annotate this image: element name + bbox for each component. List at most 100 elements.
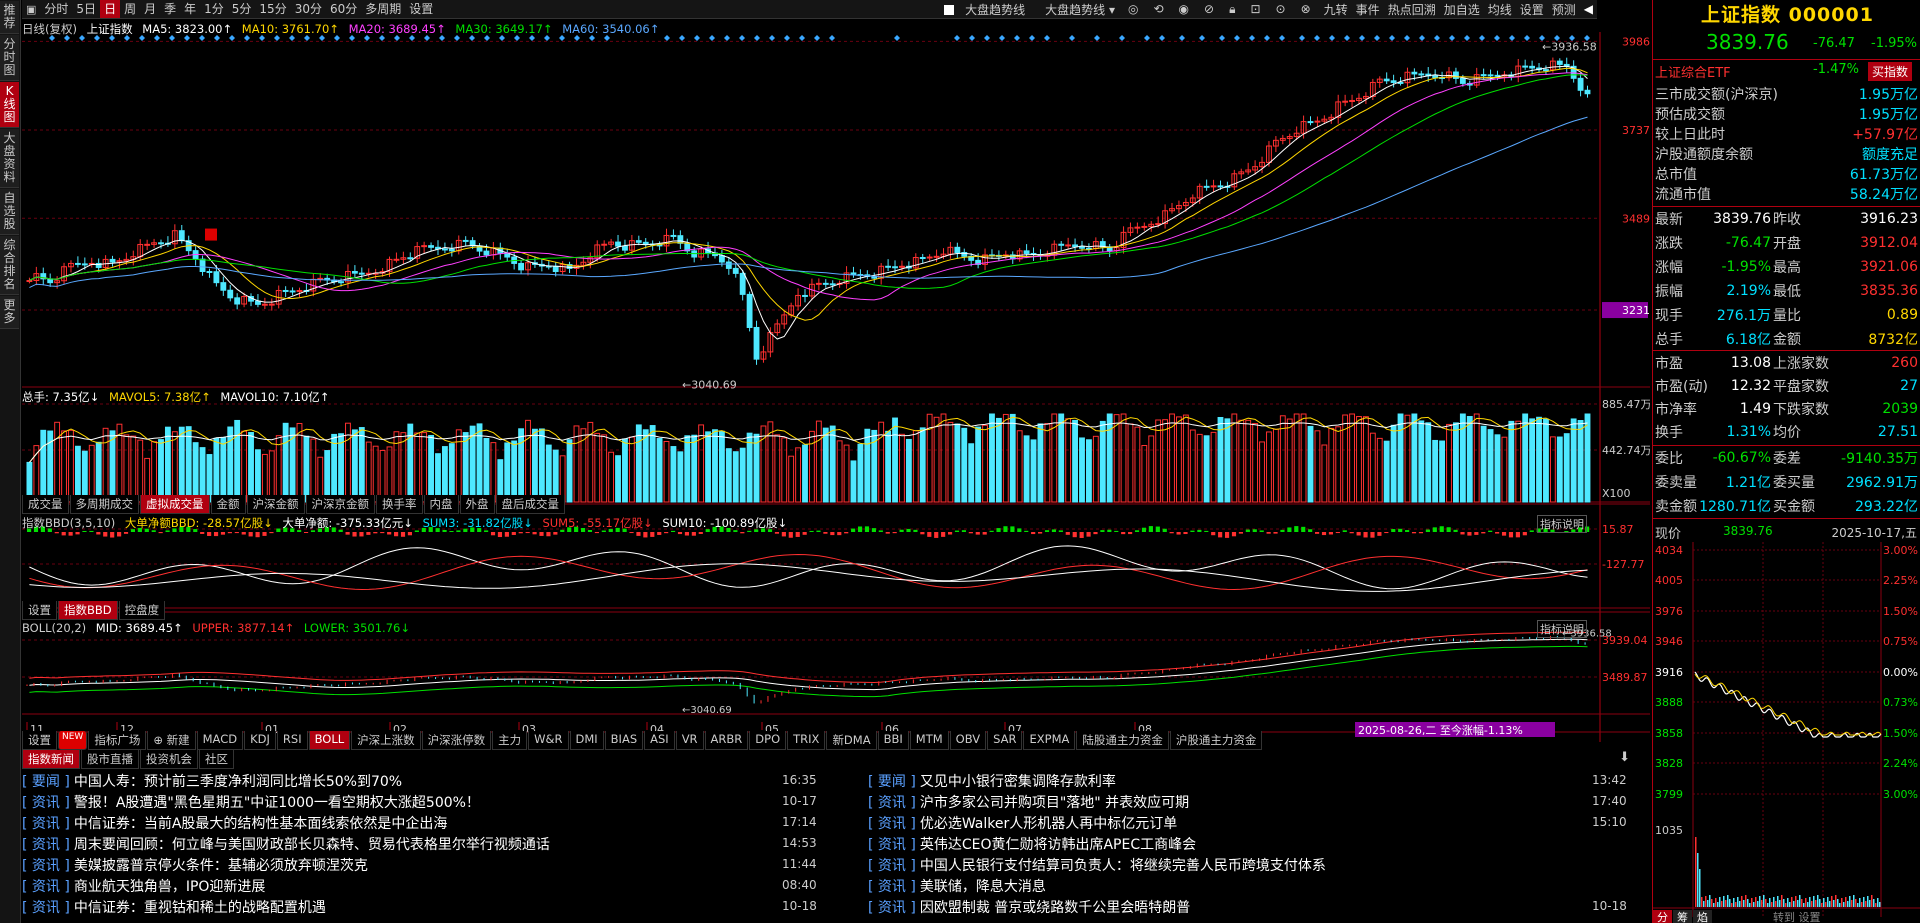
indicator-tab-19[interactable]: 新DMA bbox=[826, 731, 877, 750]
news-item[interactable]: [ 资讯 ] 中信证券：重视钴和稀土的战略配置机遇 bbox=[22, 896, 326, 917]
target-icon[interactable]: ⊗ bbox=[1297, 2, 1315, 17]
indicator-tab-4[interactable]: MACD bbox=[196, 731, 244, 750]
volume-tab-0[interactable]: 成交量 bbox=[22, 495, 69, 514]
side-nav-item-3[interactable]: 大盘资料 bbox=[0, 129, 19, 188]
news-item[interactable]: [ 资讯 ] 美媒披露普京停火条件：基辅必须放弃顿涅茨克 bbox=[22, 854, 368, 875]
period-tab-6[interactable]: 年 bbox=[180, 0, 200, 18]
top-right-item-6[interactable]: 均线 bbox=[1484, 1, 1516, 18]
indicator-tab-10[interactable]: 主力 bbox=[492, 731, 528, 750]
bbd-tab-1[interactable]: 指数BBD bbox=[58, 601, 118, 620]
indicator-tab-20[interactable]: BBI bbox=[877, 731, 909, 750]
side-nav-item-1[interactable]: 分时图 bbox=[0, 35, 19, 81]
news-item[interactable]: [ 要闻 ] 中国人寿：预计前三季度净利润同比增长50%到70% bbox=[22, 770, 402, 791]
kline-chart[interactable]: 39863737348932313231←3936.58←3040.69885.… bbox=[22, 32, 1650, 742]
period-tab-11[interactable]: 60分 bbox=[326, 0, 361, 18]
period-tab-10[interactable]: 30分 bbox=[291, 0, 326, 18]
news-title[interactable]: 优必选Walker人形机器人再中标亿元订单 bbox=[920, 813, 1177, 833]
volume-tab-2[interactable]: 虚拟成交量 bbox=[140, 495, 210, 514]
top-right-item-7[interactable]: 设置 bbox=[1516, 1, 1548, 18]
indicator-tab-6[interactable]: RSI bbox=[276, 731, 308, 750]
indicator-tab-2[interactable]: 指标广场 bbox=[88, 731, 147, 750]
news-item[interactable]: [ 资讯 ] 美联储，降息大消息 bbox=[868, 875, 1046, 896]
indicator-tab-13[interactable]: BIAS bbox=[604, 731, 644, 750]
indicator-tab-12[interactable]: DMI bbox=[569, 731, 604, 750]
period-tab-3[interactable]: 周 bbox=[120, 0, 140, 18]
eye-icon[interactable]: ◉ bbox=[1175, 2, 1193, 17]
indicator-tab-17[interactable]: DPO bbox=[749, 731, 787, 750]
volume-tab-9[interactable]: 盘后成交量 bbox=[495, 495, 565, 514]
top-right-item-1[interactable]: 大盘趋势线 ▾ bbox=[1041, 1, 1119, 18]
side-nav-item-0[interactable]: 推荐 bbox=[0, 1, 19, 34]
refresh-icon[interactable]: ⟲ bbox=[1149, 2, 1167, 17]
lock-icon[interactable]: 🔒︎ bbox=[1225, 2, 1239, 17]
indicator-tab-22[interactable]: OBV bbox=[949, 731, 987, 750]
news-title[interactable]: 中信证券：当前A股最大的结构性基本面线索依然是中企出海 bbox=[74, 813, 448, 833]
news-title[interactable]: 中国人寿：预计前三季度净利润同比增长50%到70% bbox=[74, 771, 402, 791]
volume-tab-8[interactable]: 外盘 bbox=[459, 495, 495, 514]
indicator-tab-7[interactable]: BOLL bbox=[308, 731, 351, 750]
top-right-item-5[interactable]: 加自选 bbox=[1440, 1, 1484, 18]
indicator-tab-3[interactable]: ⊕ 新建 bbox=[147, 731, 196, 750]
news-title[interactable]: 周末要闻回顾：何立峰与美国财政部长贝森特、贸易代表格里尔举行视频通话 bbox=[74, 834, 550, 854]
indicator-tab-11[interactable]: W&R bbox=[528, 731, 569, 750]
volume-tab-7[interactable]: 内盘 bbox=[423, 495, 459, 514]
top-right-item-2[interactable]: 九转 bbox=[1320, 1, 1352, 18]
indicator-tab-1[interactable]: NEW bbox=[58, 731, 88, 750]
top-right-item-4[interactable]: 热点回溯 bbox=[1384, 1, 1440, 18]
volume-tab-6[interactable]: 换手率 bbox=[376, 495, 423, 514]
news-item[interactable]: [ 资讯 ] 中国人民银行支付结算司负责人：将继续完善人民币跨境支付体系 bbox=[868, 854, 1326, 875]
indicator-tab-26[interactable]: 沪股通主力资金 bbox=[1169, 731, 1263, 750]
bbd-help-button[interactable]: 指标说明 bbox=[1537, 515, 1587, 533]
side-nav-item-4[interactable]: 自选股 bbox=[0, 189, 19, 235]
news-title[interactable]: 警报！A股遭遇"黑色星期五"中证1000一看空期权大涨超500%！ bbox=[74, 792, 480, 812]
bbd-tab-0[interactable]: 设置 bbox=[22, 601, 57, 620]
side-nav-item-6[interactable]: 更多 bbox=[0, 296, 19, 329]
indicator-tab-15[interactable]: VR bbox=[675, 731, 704, 750]
news-title[interactable]: 美媒披露普京停火条件：基辅必须放弃顿涅茨克 bbox=[74, 855, 368, 875]
indicator-tab-9[interactable]: 沪深涨停数 bbox=[421, 731, 492, 750]
news-title[interactable]: 英伟达CEO黄仁勋将访韩出席APEC工商峰会 bbox=[920, 834, 1196, 854]
grid-icon[interactable]: ▣ bbox=[22, 3, 40, 16]
back-icon[interactable]: ◀ bbox=[1580, 2, 1597, 16]
bbd-tab-2[interactable]: 控盘度 bbox=[118, 601, 166, 620]
news-item[interactable]: [ 资讯 ] 商业航天独角兽，IPO迎新进展 bbox=[22, 875, 265, 896]
news-title[interactable]: 中信证券：重视钴和稀土的战略配置机遇 bbox=[74, 897, 326, 917]
period-tab-13[interactable]: 设置 bbox=[405, 0, 437, 18]
draw-tool-icon[interactable] bbox=[205, 228, 217, 241]
news-item[interactable]: [ 资讯 ] 英伟达CEO黄仁勋将访韩出席APEC工商峰会 bbox=[868, 833, 1196, 854]
period-tab-8[interactable]: 5分 bbox=[228, 0, 256, 18]
indicator-tab-14[interactable]: ASI bbox=[644, 731, 675, 750]
news-item[interactable]: [ 资讯 ] 周末要闻回顾：何立峰与美国财政部长贝森特、贸易代表格里尔举行视频通话 bbox=[22, 833, 550, 854]
news-item[interactable]: [ 资讯 ] 优必选Walker人形机器人再中标亿元订单 bbox=[868, 812, 1177, 833]
period-tab-0[interactable]: 分时 bbox=[40, 0, 72, 18]
news-tab-2[interactable]: 投资机会 bbox=[140, 750, 198, 769]
news-tab-0[interactable]: 指数新闻 bbox=[22, 750, 80, 769]
top-right-item-3[interactable]: 事件 bbox=[1352, 1, 1384, 18]
download-icon[interactable]: ⬇ bbox=[1619, 750, 1630, 765]
indicator-tab-25[interactable]: 陆股通主力资金 bbox=[1076, 731, 1169, 750]
news-tab-3[interactable]: 社区 bbox=[199, 750, 234, 769]
boll-help-button[interactable]: 指标说明 bbox=[1537, 620, 1587, 638]
side-nav-item-2[interactable]: K线图 bbox=[0, 82, 19, 128]
top-right-item-8[interactable]: 预测 bbox=[1548, 1, 1580, 18]
news-title[interactable]: 又见中小银行密集调降存款利率 bbox=[920, 771, 1116, 791]
search-icon[interactable]: ◎ bbox=[1124, 2, 1142, 17]
period-tab-7[interactable]: 1分 bbox=[200, 0, 228, 18]
indicator-tab-24[interactable]: EXPMA bbox=[1023, 731, 1076, 750]
etf-label[interactable]: 上证综合ETF bbox=[1655, 62, 1731, 81]
indicator-tab-16[interactable]: ARBR bbox=[704, 731, 749, 750]
indicator-tab-8[interactable]: 沪深上涨数 bbox=[351, 731, 421, 750]
news-title[interactable]: 中国人民银行支付结算司负责人：将继续完善人民币跨境支付体系 bbox=[920, 855, 1326, 875]
news-title[interactable]: 美联储，降息大消息 bbox=[920, 876, 1046, 896]
side-nav-item-5[interactable]: 综合排名 bbox=[0, 236, 19, 295]
news-item[interactable]: [ 要闻 ] 又见中小银行密集调降存款利率 bbox=[868, 770, 1116, 791]
news-item[interactable]: [ 资讯 ] 中信证券：当前A股最大的结构性基本面线索依然是中企出海 bbox=[22, 812, 447, 833]
news-title[interactable]: 因欧盟制裁 普京或绕路数千公里会晤特朗普 bbox=[920, 897, 1190, 917]
news-item[interactable]: [ 资讯 ] 沪市多家公司并购项目"落地" 并表效应可期 bbox=[868, 791, 1189, 812]
period-tab-5[interactable]: 季 bbox=[160, 0, 180, 18]
eye-off-icon[interactable]: ⊘ bbox=[1200, 2, 1218, 17]
indicator-tab-21[interactable]: MTM bbox=[909, 731, 949, 750]
news-tab-1[interactable]: 股市直播 bbox=[81, 750, 139, 769]
news-title[interactable]: 沪市多家公司并购项目"落地" 并表效应可期 bbox=[920, 792, 1189, 812]
indicator-tab-0[interactable]: 设置 bbox=[22, 731, 57, 750]
